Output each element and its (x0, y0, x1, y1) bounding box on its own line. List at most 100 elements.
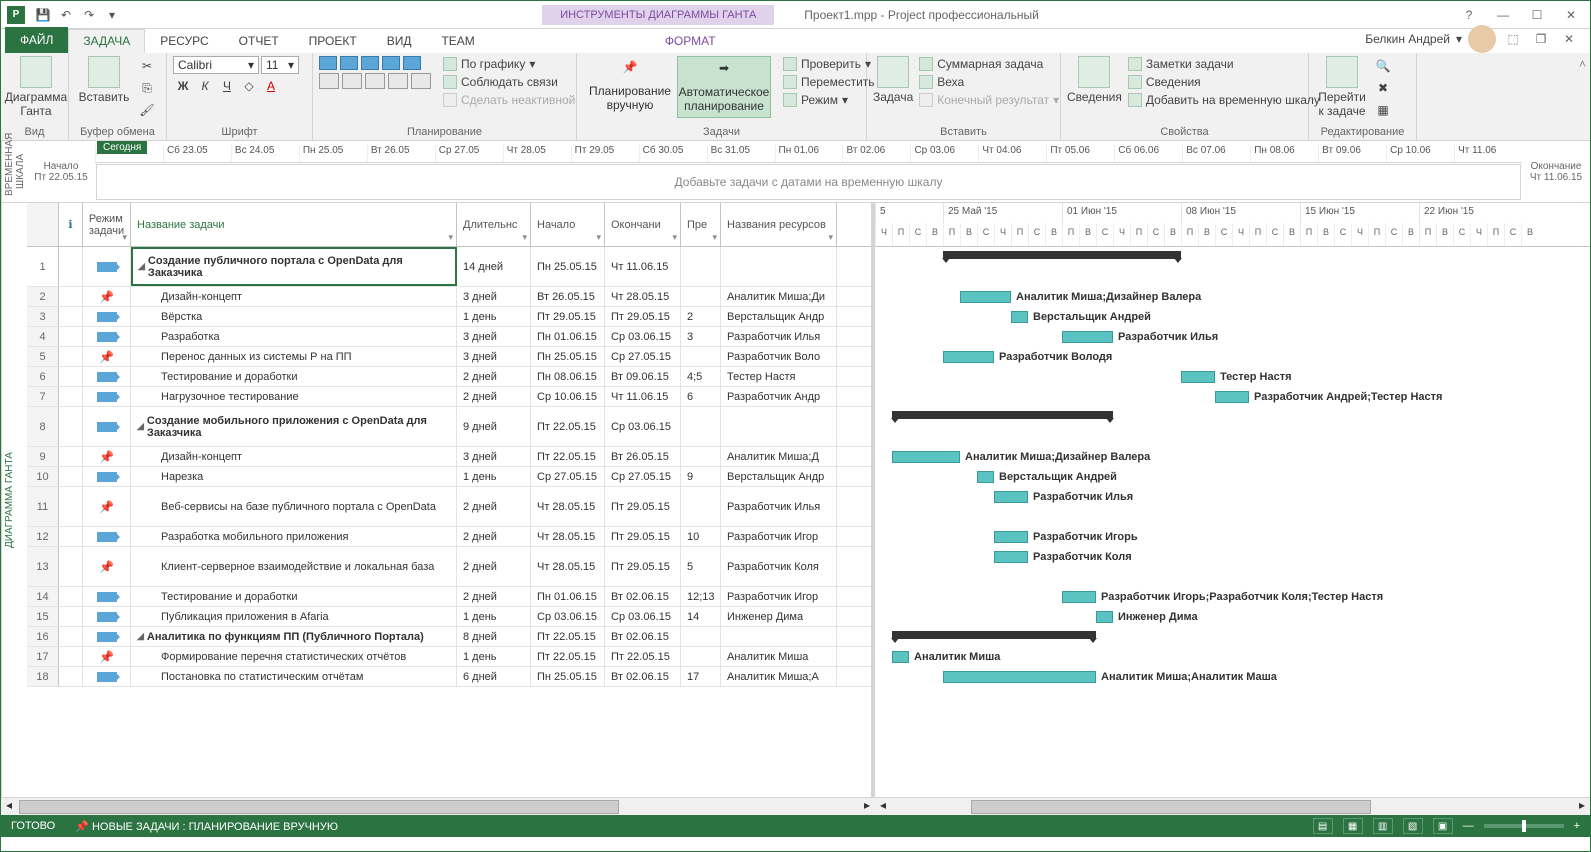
table-row[interactable]: 5📌Перенос данных из системы Р на ПП3 дне… (27, 347, 871, 367)
tab-task[interactable]: ЗАДАЧА (68, 29, 145, 53)
col-info[interactable]: ℹ (59, 203, 83, 246)
timeline-prompt[interactable]: Добавьте задачи с датами на временную шк… (96, 164, 1521, 200)
gantt-row[interactable]: Разработчик Андрей;Тестер Настя (875, 387, 1590, 407)
minimize-icon[interactable]: — (1492, 4, 1514, 26)
col-mode[interactable]: Режим задачи▾ (83, 203, 131, 246)
milestone-button[interactable]: Веха (917, 74, 1061, 90)
gantt-row[interactable]: Разработчик Игорь;Разработчик Коля;Тесте… (875, 587, 1590, 607)
table-row[interactable]: 4Разработка3 днейПн 01.06.15Ср 03.06.153… (27, 327, 871, 347)
gantt-chart[interactable]: 525 Май '1501 Июн '1508 Июн '1515 Июн '1… (875, 203, 1590, 797)
gantt-view-button[interactable]: Диаграмма Ганта (7, 56, 65, 118)
respect-links-button[interactable]: Соблюдать связи (441, 74, 577, 90)
gantt-row[interactable]: Разработчик Игорь (875, 527, 1590, 547)
details-button[interactable]: Сведения (1126, 74, 1322, 90)
gantt-row[interactable]: Верстальщик Андрей (875, 467, 1590, 487)
find-icon[interactable]: 🔍 (1373, 56, 1393, 76)
gantt-row[interactable]: Аналитик Миша;Аналитик Маша (875, 667, 1590, 687)
font-name-combo[interactable]: Calibri▾ (173, 56, 259, 74)
table-row[interactable]: 1◢Создание публичного портала с OpenData… (27, 247, 871, 287)
tab-view[interactable]: ВИД (372, 29, 427, 53)
paste-button[interactable]: Вставить (75, 56, 133, 104)
table-row[interactable]: 14Тестирование и доработки2 днейПн 01.06… (27, 587, 871, 607)
view-gantt-icon[interactable]: ▤ (1313, 818, 1333, 834)
close-icon[interactable]: ✕ (1560, 4, 1582, 26)
table-row[interactable]: 8◢Создание мобильного приложения с OpenD… (27, 407, 871, 447)
window-close-icon[interactable]: ✕ (1558, 28, 1580, 50)
add-to-timeline-button[interactable]: Добавить на временную шкалу (1126, 92, 1322, 108)
gantt-row[interactable]: Аналитик Миша (875, 647, 1590, 667)
gantt-row[interactable]: Разработчик Илья (875, 487, 1590, 527)
gantt-row[interactable] (875, 247, 1590, 287)
maximize-icon[interactable]: ☐ (1526, 4, 1548, 26)
table-row[interactable]: 2📌Дизайн-концепт3 днейВт 26.05.15Чт 28.0… (27, 287, 871, 307)
fill-color-icon[interactable]: ◇ (239, 76, 259, 96)
task-button[interactable]: Задача (873, 56, 913, 104)
deliverable-button[interactable]: Конечный результат ▾ (917, 92, 1061, 108)
auto-schedule-button[interactable]: ➡Автоматическое планирование (677, 56, 771, 118)
notes-button[interactable]: Заметки задачи (1126, 56, 1322, 72)
table-row[interactable]: 9📌Дизайн-концепт3 днейПт 22.05.15Вт 26.0… (27, 447, 871, 467)
split-icon[interactable] (365, 73, 385, 89)
col-predecessors[interactable]: Пре▾ (681, 203, 721, 246)
table-row[interactable]: 12Разработка мобильного приложения2 дней… (27, 527, 871, 547)
outdent-icon[interactable] (319, 73, 339, 89)
gantt-row[interactable] (875, 627, 1590, 647)
manual-schedule-button[interactable]: 📌Планирование вручную (583, 56, 677, 118)
view-usage-icon[interactable]: ▦ (1343, 818, 1363, 834)
help-icon[interactable]: ? (1458, 4, 1480, 26)
gantt-row[interactable]: Аналитик Миша;Дизайнер Валера (875, 447, 1590, 467)
col-resources[interactable]: Названия ресурсов▾ (721, 203, 837, 246)
col-name[interactable]: Название задачи▾ (131, 203, 457, 246)
underline-icon[interactable]: Ч (217, 76, 237, 96)
gantt-row[interactable]: Тестер Настя (875, 367, 1590, 387)
ribbon-display-icon[interactable]: ⬚ (1502, 28, 1524, 50)
font-color-icon[interactable]: А (261, 76, 281, 96)
view-resource-icon[interactable]: ▧ (1403, 818, 1423, 834)
table-row[interactable]: 7Нагрузочное тестирование2 днейСр 10.06.… (27, 387, 871, 407)
table-row[interactable]: 17📌Формирование перечня статистических о… (27, 647, 871, 667)
redo-icon[interactable]: ↷ (78, 4, 100, 26)
fill-icon[interactable]: ▦ (1373, 100, 1393, 120)
zoom-in-icon[interactable]: + (1574, 820, 1580, 832)
gantt-row[interactable] (875, 407, 1590, 447)
gantt-row[interactable]: Инженер Дима (875, 607, 1590, 627)
unlink-icon[interactable] (411, 73, 431, 89)
gantt-row[interactable]: Разработчик Володя (875, 347, 1590, 367)
zoom-out-icon[interactable]: — (1463, 820, 1474, 832)
copy-icon[interactable]: ⎘ (137, 78, 157, 98)
tab-file[interactable]: ФАЙЛ (5, 27, 68, 53)
inactivate-button[interactable]: Сделать неактивной (441, 92, 577, 108)
table-row[interactable]: 6Тестирование и доработки2 днейПн 08.06.… (27, 367, 871, 387)
gantt-hscrollbar[interactable]: ◂ ▸ (875, 797, 1590, 815)
table-row[interactable]: 13📌Клиент-серверное взаимодействие и лок… (27, 547, 871, 587)
scroll-to-task-button[interactable]: Перейти к задаче (1315, 56, 1369, 118)
summary-task-button[interactable]: Суммарная задача (917, 56, 1061, 72)
percent-complete-buttons[interactable] (319, 56, 429, 70)
view-team-icon[interactable]: ▥ (1373, 818, 1393, 834)
window-restore-icon[interactable]: ❐ (1530, 28, 1552, 50)
save-icon[interactable]: 💾 (32, 4, 54, 26)
view-report-icon[interactable]: ▣ (1433, 818, 1453, 834)
format-painter-icon[interactable]: 🖌 (137, 100, 157, 120)
table-row[interactable]: 15Публикация приложения в Afaria1 деньСр… (27, 607, 871, 627)
gantt-row[interactable]: Разработчик Илья (875, 327, 1590, 347)
collapse-ribbon-icon[interactable]: ˄ (1575, 53, 1590, 140)
indent-icon[interactable] (342, 73, 362, 89)
bold-icon[interactable]: Ж (173, 76, 193, 96)
font-size-combo[interactable]: 11▾ (261, 56, 299, 74)
table-row[interactable]: 16◢Аналитика по функциям ПП (Публичного … (27, 627, 871, 647)
qat-dropdown-icon[interactable]: ▾ (101, 4, 123, 26)
col-rownum[interactable] (27, 203, 59, 246)
gantt-row[interactable]: Разработчик Коля (875, 547, 1590, 587)
clear-icon[interactable]: ✖ (1373, 78, 1393, 98)
tab-team[interactable]: TEAM (426, 29, 489, 53)
col-start[interactable]: Начало▾ (531, 203, 605, 246)
table-hscrollbar[interactable]: ◂ ▸ (1, 797, 875, 815)
zoom-slider[interactable] (1484, 824, 1564, 828)
gantt-body[interactable]: Аналитик Миша;Дизайнер ВалераВерстальщик… (875, 247, 1590, 687)
mark-on-track-button[interactable]: По графику ▾ (441, 56, 577, 72)
cut-icon[interactable]: ✂ (137, 56, 157, 76)
table-row[interactable]: 10Нарезка1 деньСр 27.05.15Ср 27.05.159Ве… (27, 467, 871, 487)
tab-project[interactable]: ПРОЕКТ (294, 29, 372, 53)
table-row[interactable]: 11📌Веб-сервисы на базе публичного портал… (27, 487, 871, 527)
